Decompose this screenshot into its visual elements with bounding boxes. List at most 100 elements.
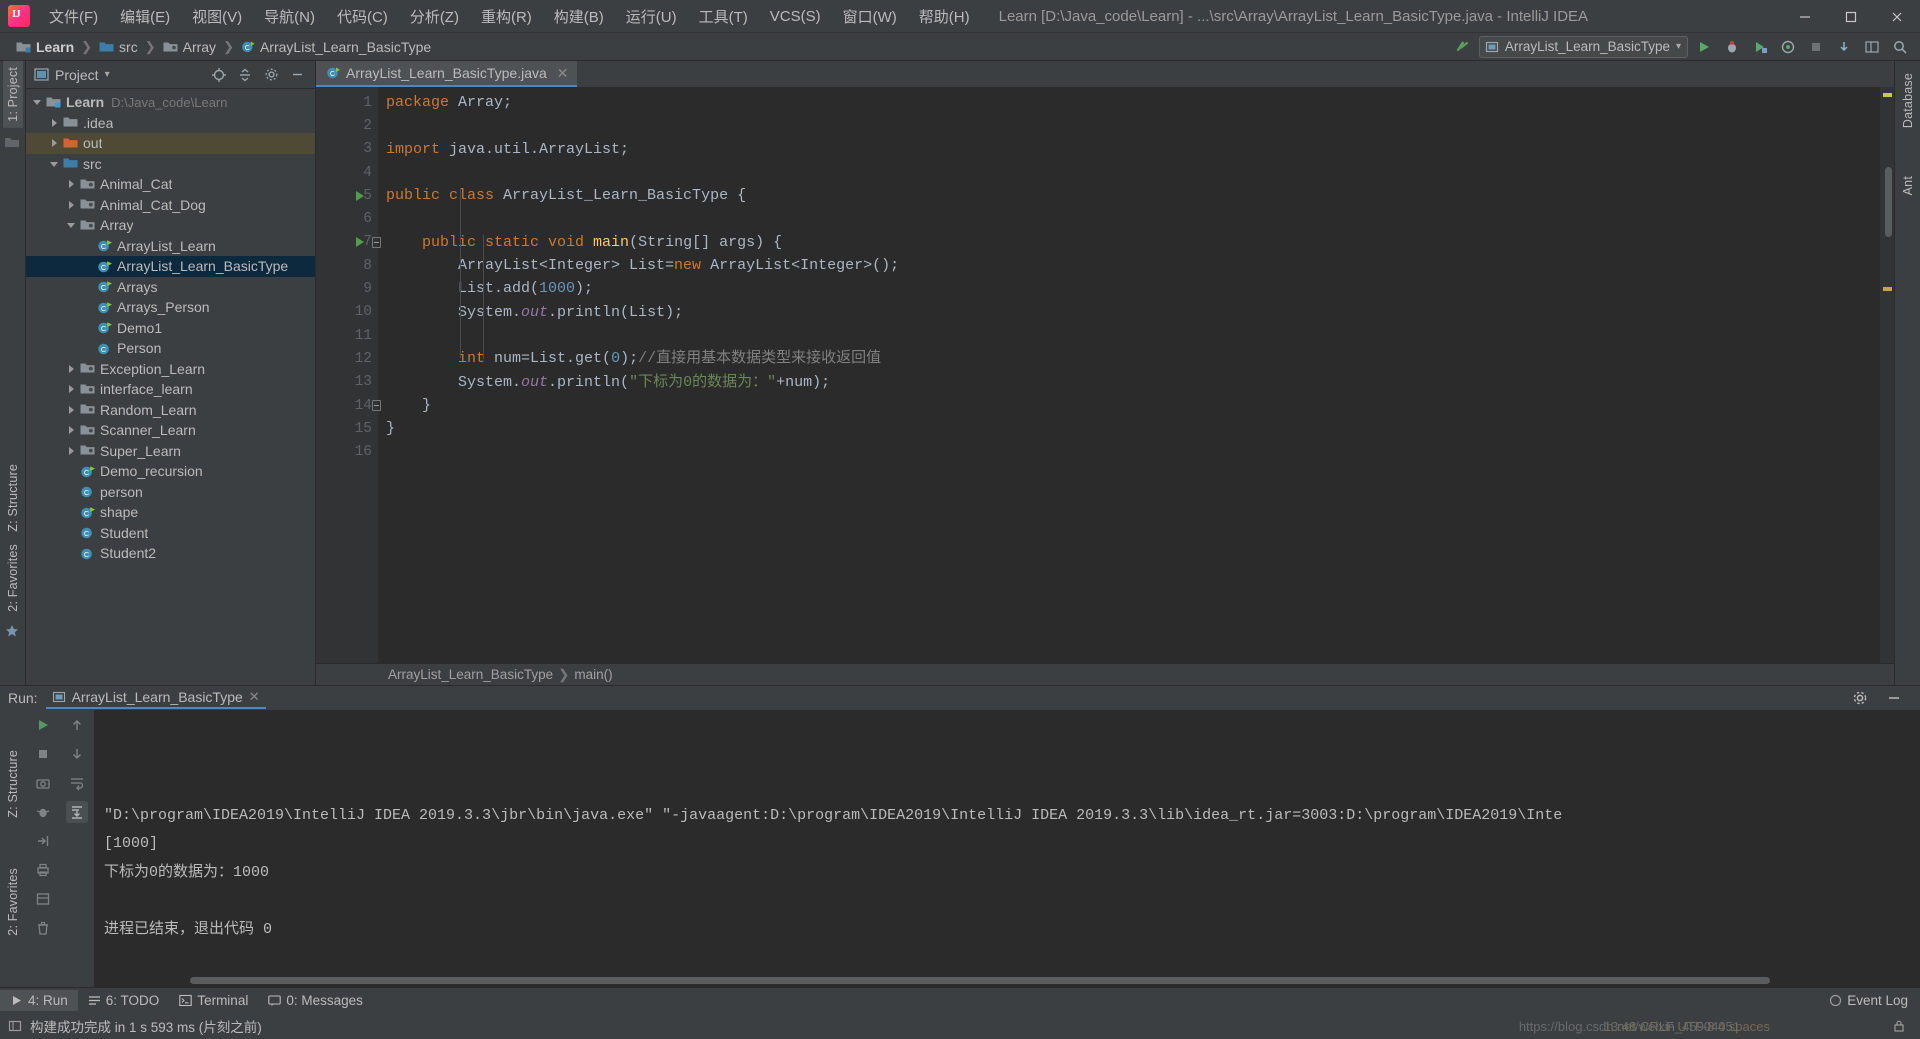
tool-tab-favorites[interactable]: 2: Favorites — [3, 538, 23, 618]
minimize-window-button[interactable] — [1782, 0, 1828, 33]
maximize-window-button[interactable] — [1828, 0, 1874, 33]
lock-icon[interactable] — [1892, 1019, 1906, 1033]
gutter-line-8[interactable]: 8 — [316, 254, 378, 277]
run-gutter-icon[interactable] — [356, 237, 364, 248]
menu-item-0[interactable]: 文件(F) — [38, 2, 109, 31]
run-configuration-selector[interactable]: ArrayList_Learn_BasicType ▾ — [1478, 35, 1688, 58]
soft-wrap-button[interactable] — [66, 772, 88, 794]
editor-breadcrumb-item-0[interactable]: ArrayList_Learn_BasicType — [388, 667, 553, 682]
menu-item-11[interactable]: 窗口(W) — [832, 2, 908, 31]
settings-gear-icon[interactable] — [259, 64, 283, 86]
menu-item-3[interactable]: 导航(N) — [253, 2, 326, 31]
chevron-down-icon[interactable] — [32, 96, 44, 108]
error-stripe-marker-column[interactable] — [1880, 87, 1894, 663]
search-everywhere-button[interactable] — [1888, 36, 1912, 58]
gutter-line-4[interactable]: 4 — [316, 161, 378, 184]
bottom-tab-terminal[interactable]: Terminal — [169, 990, 258, 1011]
menu-item-1[interactable]: 编辑(E) — [109, 2, 181, 31]
bottom-tab-6-todo[interactable]: 6: TODO — [78, 990, 170, 1011]
chevron-right-icon[interactable] — [66, 383, 78, 395]
run-tab[interactable]: ArrayList_Learn_BasicType ✕ — [45, 687, 266, 709]
status-toggle-icon[interactable] — [8, 1019, 22, 1033]
gutter-line-5[interactable]: 5 — [316, 184, 378, 207]
console-horizontal-scrollbar[interactable] — [190, 977, 1770, 984]
tool-tab-structure-run[interactable]: Z: Structure — [3, 744, 23, 824]
bottom-tab-4-run[interactable]: 4: Run — [0, 990, 78, 1011]
print-button[interactable] — [32, 859, 54, 881]
tree-node-super-learn[interactable]: Super_Learn — [26, 441, 315, 462]
tree-node-arrays-person[interactable]: C Arrays_Person — [26, 297, 315, 318]
dump-threads-button[interactable] — [32, 801, 54, 823]
tree-node-arraylist-learn[interactable]: C ArrayList_Learn — [26, 236, 315, 257]
event-log-button[interactable]: Event Log — [1829, 993, 1908, 1008]
tree-node-demo-recursion[interactable]: C Demo_recursion — [26, 461, 315, 482]
gutter-line-14[interactable]: 14 — [316, 394, 381, 417]
tool-tab-structure[interactable]: Z: Structure — [3, 458, 23, 538]
chevron-down-icon[interactable]: ▾ — [105, 69, 110, 80]
gutter-line-13[interactable]: 13 — [316, 371, 378, 394]
menu-item-4[interactable]: 代码(C) — [326, 2, 399, 31]
chevron-right-icon[interactable] — [49, 117, 61, 129]
tool-tab-project[interactable]: 1: Project — [2, 61, 23, 128]
breadcrumb-item-array[interactable]: Array — [159, 37, 220, 57]
rerun-button[interactable] — [32, 714, 54, 736]
editor-scrollbar[interactable] — [1885, 167, 1892, 237]
bottom-tab-0-messages[interactable]: 0: Messages — [258, 990, 373, 1011]
close-tab-icon[interactable]: ✕ — [557, 65, 569, 82]
tree-node-learn[interactable]: Learn D:\Java_code\Learn — [26, 92, 315, 113]
editor-gutter[interactable]: 1 2 3 4 5 6 7 8 9 10 11 12 13 14 15 16 — [316, 87, 381, 663]
gutter-line-6[interactable]: 6 — [316, 207, 378, 230]
tool-tab-database[interactable]: Database — [1898, 67, 1918, 134]
run-with-coverage-button[interactable] — [1748, 36, 1772, 58]
tree-node-arrays[interactable]: C Arrays — [26, 277, 315, 298]
project-tree[interactable]: Learn D:\Java_code\Learn .idea out src Animal… — [26, 89, 315, 685]
tree-node-student[interactable]: C Student — [26, 523, 315, 544]
code-editor[interactable]: 1 2 3 4 5 6 7 8 9 10 11 12 13 14 15 16 package Array; i… — [316, 87, 1894, 663]
trash-button[interactable] — [32, 917, 54, 939]
tree-node-random-learn[interactable]: Random_Learn — [26, 400, 315, 421]
tree-node-exception-learn[interactable]: Exception_Learn — [26, 359, 315, 380]
tree-node-shape[interactable]: Cshape — [26, 502, 315, 523]
build-icon[interactable] — [1451, 36, 1475, 58]
stop-run-button[interactable] — [32, 743, 54, 765]
screenshot-button[interactable] — [32, 772, 54, 794]
chevron-right-icon[interactable] — [66, 424, 78, 436]
chevron-right-icon[interactable] — [49, 137, 61, 149]
menu-item-12[interactable]: 帮助(H) — [908, 2, 981, 31]
gutter-line-11[interactable]: 11 — [316, 324, 378, 347]
gutter-line-3[interactable]: 3 — [316, 138, 378, 161]
tool-tab-ant[interactable]: Ant — [1898, 170, 1918, 201]
hide-run-panel-button[interactable] — [1882, 687, 1906, 709]
tree-node-src[interactable]: src — [26, 154, 315, 175]
menu-item-5[interactable]: 分析(Z) — [399, 2, 470, 31]
run-settings-gear-icon[interactable] — [1848, 687, 1872, 709]
editor-tab[interactable]: C ArrayList_Learn_BasicType.java ✕ — [316, 61, 577, 87]
breadcrumb-item-src[interactable]: src — [95, 37, 142, 57]
menu-item-2[interactable]: 视图(V) — [181, 2, 253, 31]
breadcrumb-item-arraylist_learn_basictype[interactable]: C ArrayList_Learn_BasicType — [237, 37, 435, 57]
chevron-right-icon[interactable] — [66, 445, 78, 457]
tree-node-scanner-learn[interactable]: Scanner_Learn — [26, 420, 315, 441]
tree-node-demo1[interactable]: C Demo1 — [26, 318, 315, 339]
toggle-grid-button[interactable] — [32, 888, 54, 910]
warning-marker[interactable] — [1883, 93, 1892, 97]
tree-node-array[interactable]: Array — [26, 215, 315, 236]
favorites-star-icon[interactable] — [4, 623, 22, 641]
collapse-all-button[interactable] — [233, 64, 257, 86]
menu-item-7[interactable]: 构建(B) — [543, 2, 615, 31]
gutter-line-10[interactable]: 10 — [316, 301, 378, 324]
scroll-down-button[interactable] — [66, 743, 88, 765]
scroll-to-end-button[interactable] — [66, 801, 88, 823]
gutter-line-9[interactable]: 9 — [316, 277, 378, 300]
breadcrumb-item-learn[interactable]: Learn — [12, 37, 78, 57]
gutter-line-7[interactable]: 7 — [316, 231, 381, 254]
tree-node-animal-cat-dog[interactable]: Animal_Cat_Dog — [26, 195, 315, 216]
gutter-line-15[interactable]: 15 — [316, 417, 378, 440]
stop-button[interactable] — [1804, 36, 1828, 58]
editor-breadcrumb[interactable]: ArrayList_Learn_BasicType ❯ main() — [316, 663, 1894, 685]
tree-node-person[interactable]: Cperson — [26, 482, 315, 503]
gutter-line-16[interactable]: 16 — [316, 440, 378, 463]
close-window-button[interactable] — [1874, 0, 1920, 33]
gutter-line-12[interactable]: 12 — [316, 347, 378, 370]
hide-panel-button[interactable] — [285, 64, 309, 86]
